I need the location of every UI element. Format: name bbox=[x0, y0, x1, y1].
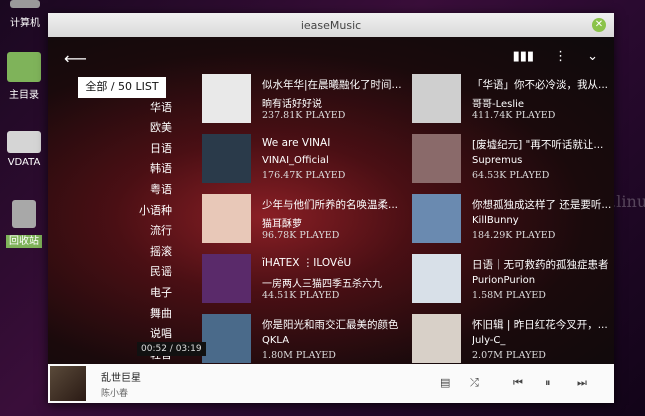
playlist-cover bbox=[412, 74, 461, 123]
pause-icon[interactable]: ⏸ bbox=[545, 376, 551, 390]
playlist-card[interactable]: 怀旧辑 | 昨日红花今叉开，... July-C_ 2.07M PLAYED bbox=[412, 314, 612, 370]
desktop-icon-computer[interactable]: 计算机 bbox=[1, 0, 49, 29]
now-playing-artist[interactable]: 陈小春 bbox=[101, 386, 128, 399]
playlist-title: 似水年华|在晨曦融化了时间... bbox=[262, 79, 402, 91]
category-list: 全部 / 50 LIST 华语 欧美 日语 韩语 粤语 小语种 流行 摇滚 民谣… bbox=[76, 77, 216, 365]
playlist-cover bbox=[412, 194, 461, 243]
playlist-cover bbox=[202, 134, 251, 183]
playlist-card[interactable]: We are VINAI VINAI_Official 176.47K PLAY… bbox=[202, 134, 402, 190]
playlist-cover bbox=[412, 314, 461, 363]
category-item[interactable]: 小语种 bbox=[76, 201, 216, 222]
desktop-icon-vdata[interactable]: VDATA bbox=[0, 131, 48, 168]
playlist-played: 184.29K PLAYED bbox=[472, 230, 556, 241]
arrow-left-icon[interactable]: ⟵ bbox=[64, 49, 87, 68]
playlist-creator: QKLA bbox=[262, 335, 290, 346]
trash-icon bbox=[12, 200, 36, 228]
playlist-cover bbox=[202, 74, 251, 123]
now-playing-song[interactable]: 乱世巨星 bbox=[101, 369, 141, 384]
shuffle-icon[interactable]: ⤮ bbox=[470, 376, 479, 390]
playlist-title: 你是阳光和雨交汇最美的颜色 bbox=[262, 319, 399, 331]
now-playing-cover[interactable] bbox=[50, 366, 86, 401]
category-item[interactable]: 舞曲 bbox=[76, 304, 216, 325]
drive-icon bbox=[7, 131, 41, 153]
playlist-creator: 一房两人三猫四季五杀六九 bbox=[262, 279, 382, 290]
playlist-played: 44.51K PLAYED bbox=[262, 290, 340, 301]
playlist-title: 你想孤独成这样了 还是要听... bbox=[472, 199, 612, 211]
playlist-played: 64.53K PLAYED bbox=[472, 170, 550, 181]
category-item[interactable]: 日语 bbox=[76, 139, 216, 160]
playlist-card[interactable]: 「华语」你不必冷淡，我从... 哥哥-Leslie 411.74K PLAYED bbox=[412, 74, 612, 130]
previous-icon[interactable]: ⏮ bbox=[513, 376, 523, 390]
more-vert-icon[interactable]: ⋮ bbox=[554, 49, 567, 64]
playlist-creator: 晌有话好好说 bbox=[262, 99, 322, 110]
category-item[interactable]: 韩语 bbox=[76, 159, 216, 180]
playlist-played: 237.81K PLAYED bbox=[262, 110, 346, 121]
playlist-card[interactable]: 少年与他们所养的名唤温柔... 猫耳酥萝 96.78K PLAYED bbox=[202, 194, 402, 250]
top-toolbar: ▮▮▮ ⋮ ⌄ bbox=[513, 49, 598, 64]
desktop-icon-trash[interactable]: 回收站 bbox=[0, 200, 48, 248]
desktop-icon-label: 回收站 bbox=[6, 235, 42, 248]
playlist-card[interactable]: 日语｜无可救药的孤独症患者 PurionPurion 1.58M PLAYED bbox=[412, 254, 612, 310]
playlist-title: [废墟纪元] "再不听话就让... bbox=[472, 139, 604, 151]
playlist-card[interactable]: ĭHATEⅩ ⋮ILOVĕU 一房两人三猫四季五杀六九 44.51K PLAYE… bbox=[202, 254, 402, 310]
playlist-played: 2.07M PLAYED bbox=[472, 350, 546, 361]
playlist-title: 日语｜无可救药的孤独症患者 bbox=[472, 259, 609, 271]
playlist-creator: July-C_ bbox=[472, 335, 506, 346]
next-icon[interactable]: ⏭ bbox=[577, 376, 587, 390]
playlist-cover bbox=[412, 254, 461, 303]
playlist-played: 96.78K PLAYED bbox=[262, 230, 340, 241]
playlist-card[interactable]: 你想孤独成这样了 还是要听... KillBunny 184.29K PLAYE… bbox=[412, 194, 612, 250]
playlist-creator: KillBunny bbox=[472, 215, 519, 226]
playlist-played: 411.74K PLAYED bbox=[472, 110, 556, 121]
playlist-card[interactable]: 似水年华|在晨曦融化了时间... 晌有话好好说 237.81K PLAYED bbox=[202, 74, 402, 130]
window-title: ieaseMusic bbox=[300, 18, 362, 32]
playlist-cover bbox=[202, 194, 251, 243]
playlist-creator: 猫耳酥萝 bbox=[262, 219, 302, 230]
desktop-icon-home[interactable]: 主目录 bbox=[0, 52, 48, 101]
playlist-title: 怀旧辑 | 昨日红花今叉开，... bbox=[472, 319, 608, 331]
desktop-icon-label: 主目录 bbox=[9, 90, 39, 101]
category-item[interactable]: 华语 bbox=[76, 98, 216, 119]
playlist-played: 1.58M PLAYED bbox=[472, 290, 546, 301]
playlist-creator: Supremus bbox=[472, 155, 523, 166]
playlist-cover bbox=[202, 254, 251, 303]
playlist-creator: PurionPurion bbox=[472, 275, 536, 286]
playlist-card[interactable]: 你是阳光和雨交汇最美的颜色 QKLA 1.80M PLAYED bbox=[202, 314, 402, 370]
chevron-down-icon[interactable]: ⌄ bbox=[587, 49, 598, 64]
category-item[interactable]: 流行 bbox=[76, 221, 216, 242]
app-window: ieaseMusic ✕ ⟵ ▮▮▮ ⋮ ⌄ 全部 / 50 LIST 华语 欧… bbox=[48, 13, 614, 403]
desktop-icon-label: VDATA bbox=[7, 157, 41, 168]
category-active[interactable]: 全部 / 50 LIST bbox=[78, 77, 166, 98]
playlist-icon[interactable]: ▤ bbox=[440, 376, 450, 389]
title-bar: ieaseMusic ✕ bbox=[48, 13, 614, 37]
player-bar: 乱世巨星 陈小春 ▤ ⤮ ⏮ ⏸ ⏭ bbox=[48, 364, 614, 403]
playback-time: 00:52 / 03:19 bbox=[137, 342, 206, 356]
computer-icon bbox=[10, 0, 40, 8]
category-item[interactable]: 摇滚 bbox=[76, 242, 216, 263]
category-item[interactable]: 粤语 bbox=[76, 180, 216, 201]
playlist-played: 1.80M PLAYED bbox=[262, 350, 336, 361]
close-button[interactable]: ✕ bbox=[592, 18, 606, 32]
playlist-title: We are VINAI bbox=[262, 137, 331, 149]
playlist-creator: 哥哥-Leslie bbox=[472, 99, 525, 110]
category-item[interactable]: 欧美 bbox=[76, 118, 216, 139]
playlist-cover bbox=[202, 314, 251, 363]
main-content: ⟵ ▮▮▮ ⋮ ⌄ 全部 / 50 LIST 华语 欧美 日语 韩语 粤语 小语… bbox=[48, 37, 614, 364]
desktop-icon-label: 计算机 bbox=[10, 18, 40, 29]
playlist-card[interactable]: [废墟纪元] "再不听话就让... Supremus 64.53K PLAYED bbox=[412, 134, 612, 190]
playlist-title: ĭHATEⅩ ⋮ILOVĕU bbox=[262, 257, 352, 269]
playlist-played: 176.47K PLAYED bbox=[262, 170, 346, 181]
playlist-creator: VINAI_Official bbox=[262, 155, 329, 166]
playlist-title: 「华语」你不必冷淡，我从... bbox=[472, 79, 609, 91]
playlist-cover bbox=[412, 134, 461, 183]
playlist-title: 少年与他们所养的名唤温柔... bbox=[262, 199, 399, 211]
category-item[interactable]: 民谣 bbox=[76, 262, 216, 283]
bar-chart-icon[interactable]: ▮▮▮ bbox=[513, 49, 534, 64]
home-folder-icon bbox=[7, 52, 41, 82]
category-item[interactable]: 电子 bbox=[76, 283, 216, 304]
